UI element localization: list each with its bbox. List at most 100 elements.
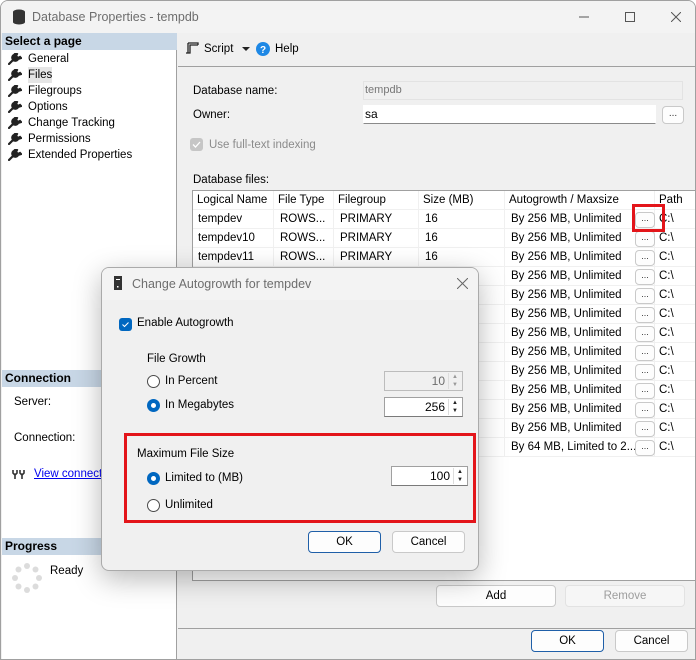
minimize-button[interactable] xyxy=(561,1,607,33)
unlimited-label: Unlimited xyxy=(165,499,213,511)
in-percent-radio[interactable] xyxy=(147,375,160,388)
max-file-size-label: Maximum File Size xyxy=(137,448,235,460)
sidebar-item-filegroups[interactable]: Filegroups xyxy=(8,83,82,99)
autogrowth-edit-button[interactable]: ... xyxy=(635,326,655,342)
cell-name: tempdev11 xyxy=(193,248,274,267)
svg-text:?: ? xyxy=(260,45,266,56)
autogrowth-edit-button[interactable]: ... xyxy=(635,440,655,456)
cell-autogrowth: By 256 MB, Unlimited xyxy=(505,381,655,400)
cell-path: C:\ xyxy=(655,324,695,343)
in-megabytes-label: In Megabytes xyxy=(165,399,235,411)
fulltext-checkbox[interactable] xyxy=(190,138,203,151)
dialog-cancel-button[interactable]: Cancel xyxy=(392,531,465,553)
down-arrow-icon[interactable]: ▼ xyxy=(449,381,461,389)
owner-input[interactable]: sa xyxy=(363,105,656,124)
table-row[interactable]: tempdev ROWS... PRIMARY 16 By 256 MB, Unlimi… xyxy=(193,210,695,229)
autogrowth-edit-button[interactable]: ... xyxy=(635,421,655,437)
close-button[interactable] xyxy=(653,1,695,33)
sidebar-item-options[interactable]: Options xyxy=(8,99,68,115)
dialog-ok-button[interactable]: OK xyxy=(308,531,381,553)
wrench-icon xyxy=(8,53,22,65)
sidebar-item-general[interactable]: General xyxy=(8,51,69,67)
spinner-arrows[interactable]: ▲ ▼ xyxy=(448,399,461,415)
change-autogrowth-dialog: Change Autogrowth for tempdev Enable Aut… xyxy=(101,267,479,571)
autogrowth-edit-button[interactable]: ... xyxy=(635,307,655,323)
dialog-title-bar: Change Autogrowth for tempdev xyxy=(102,268,478,300)
cell-size: 16 xyxy=(419,248,505,267)
wrench-icon xyxy=(8,149,22,161)
progress-spinner-icon xyxy=(12,563,42,593)
in-megabytes-spinner[interactable]: 256 ▲ ▼ xyxy=(384,397,463,417)
limited-to-spinner[interactable]: 100 ▲ ▼ xyxy=(391,466,468,486)
database-name-label: Database name: xyxy=(193,85,278,97)
cell-autogrowth: By 256 MB, Unlimited xyxy=(505,248,655,267)
autogrowth-edit-button[interactable]: ... xyxy=(635,231,655,247)
in-percent-label: In Percent xyxy=(165,375,218,387)
limited-to-radio[interactable] xyxy=(147,472,160,485)
autogrowth-edit-button[interactable]: ... xyxy=(635,402,655,418)
wrench-icon xyxy=(8,69,22,81)
database-icon xyxy=(13,9,25,25)
cell-size: 16 xyxy=(419,210,505,229)
column-header[interactable]: Size (MB) xyxy=(419,191,505,210)
cell-autogrowth: By 256 MB, Unlimited xyxy=(505,267,655,286)
autogrowth-edit-button[interactable]: ... xyxy=(635,364,655,380)
unlimited-radio[interactable] xyxy=(147,499,160,512)
database-name-field: tempdb xyxy=(363,81,683,100)
dialog-close-icon[interactable] xyxy=(457,278,468,289)
cell-autogrowth: By 256 MB, Unlimited xyxy=(505,286,655,305)
enable-autogrowth-checkbox[interactable] xyxy=(119,318,132,331)
cell-autogrowth: By 256 MB, Unlimited xyxy=(505,305,655,324)
down-arrow-icon[interactable]: ▼ xyxy=(449,407,461,415)
in-percent-spinner[interactable]: 10 ▲ ▼ xyxy=(384,371,463,391)
wrench-icon xyxy=(8,101,22,113)
database-files-label: Database files: xyxy=(193,174,270,186)
cell-autogrowth: By 64 MB, Limited to 2... xyxy=(505,438,655,457)
autogrowth-edit-button[interactable]: ... xyxy=(635,345,655,361)
owner-browse-button[interactable]: ... xyxy=(662,106,684,124)
spinner-arrows[interactable]: ▲ ▼ xyxy=(453,468,466,484)
autogrowth-edit-button[interactable]: ... xyxy=(635,383,655,399)
cell-filegroup: PRIMARY xyxy=(334,210,419,229)
cell-type: ROWS... xyxy=(274,229,334,248)
autogrowth-edit-button[interactable]: ... xyxy=(635,288,655,304)
spinner-arrows[interactable]: ▲ ▼ xyxy=(448,373,461,389)
column-header[interactable]: Filegroup xyxy=(334,191,419,210)
help-button[interactable]: ? Help xyxy=(256,42,299,56)
sidebar-item-change-tracking[interactable]: Change Tracking xyxy=(8,115,115,131)
fulltext-checkbox-row: Use full-text indexing xyxy=(190,138,316,151)
sidebar-item-permissions[interactable]: Permissions xyxy=(8,131,91,147)
autogrowth-edit-button[interactable]: ... xyxy=(635,250,655,266)
autogrowth-edit-button[interactable]: ... xyxy=(635,269,655,285)
remove-file-button[interactable]: Remove xyxy=(565,585,685,607)
up-arrow-icon[interactable]: ▲ xyxy=(449,399,461,407)
cell-type: ROWS... xyxy=(274,210,334,229)
dropdown-arrow-icon[interactable] xyxy=(242,46,251,52)
script-button[interactable]: Script xyxy=(185,42,251,56)
minimize-icon xyxy=(579,16,589,18)
column-header[interactable]: File Type xyxy=(274,191,334,210)
down-arrow-icon[interactable]: ▼ xyxy=(454,476,466,484)
ok-button[interactable]: OK xyxy=(531,630,604,652)
check-icon xyxy=(192,141,201,148)
cell-autogrowth: By 256 MB, Unlimited xyxy=(505,419,655,438)
wrench-icon xyxy=(8,133,22,145)
window-title: Database Properties - tempdb xyxy=(32,10,199,24)
cell-autogrowth: By 256 MB, Unlimited xyxy=(505,324,655,343)
table-row[interactable]: tempdev10 ROWS... PRIMARY 16 By 256 MB, Unli… xyxy=(193,229,695,248)
in-megabytes-radio[interactable] xyxy=(147,399,160,412)
maximize-button[interactable] xyxy=(607,1,653,33)
sidebar-item-extended-properties[interactable]: Extended Properties xyxy=(8,147,132,163)
sidebar-item-label: Filegroups xyxy=(28,85,82,97)
maximize-icon xyxy=(625,12,635,22)
column-header[interactable]: Logical Name xyxy=(193,191,274,210)
cell-path: C:\ xyxy=(655,419,695,438)
table-row[interactable]: tempdev11 ROWS... PRIMARY 16 By 256 MB, Unli… xyxy=(193,248,695,267)
sidebar-item-files[interactable]: Files xyxy=(8,67,53,83)
autogrowth-button-highlight xyxy=(632,204,665,232)
cell-name: tempdev xyxy=(193,210,274,229)
cancel-button[interactable]: Cancel xyxy=(615,630,688,652)
add-file-button[interactable]: Add xyxy=(436,585,556,607)
up-arrow-icon[interactable]: ▲ xyxy=(449,373,461,381)
up-arrow-icon[interactable]: ▲ xyxy=(454,468,466,476)
